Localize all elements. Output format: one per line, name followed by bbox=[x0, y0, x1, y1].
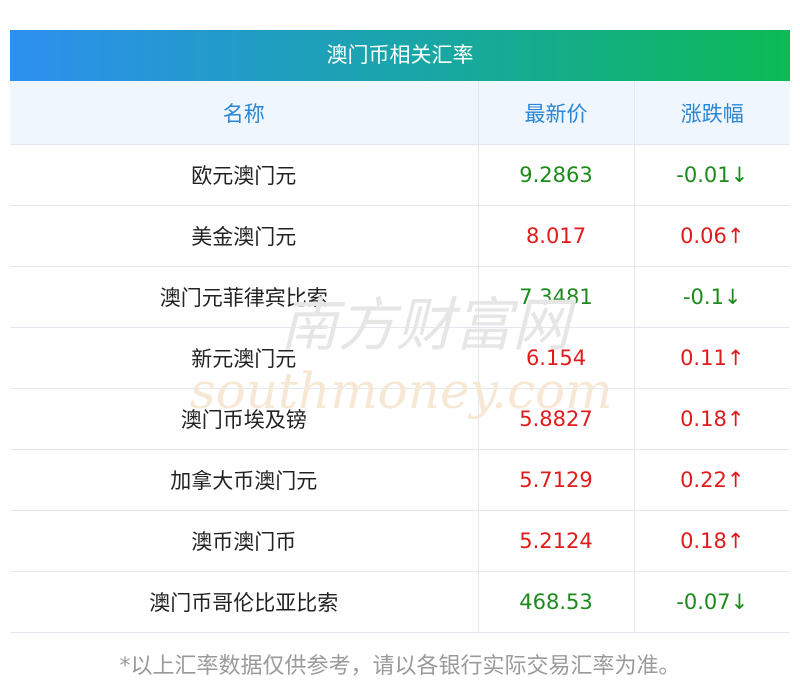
change-percent: 0.11↑ bbox=[634, 327, 790, 389]
table-row: 欧元澳门元 9.2863 -0.01↓ bbox=[10, 144, 790, 206]
change-percent: -0.01↓ bbox=[634, 144, 790, 206]
header-latest-price: 最新价 bbox=[478, 81, 635, 145]
latest-price: 7.3481 bbox=[478, 266, 635, 328]
change-percent: 0.22↑ bbox=[634, 449, 790, 511]
latest-price: 5.8827 bbox=[478, 388, 635, 450]
table-row: 澳门币埃及镑 5.8827 0.18↑ bbox=[10, 388, 790, 450]
change-percent: -0.07↓ bbox=[634, 571, 790, 633]
header-name: 名称 bbox=[10, 81, 479, 145]
latest-price: 8.017 bbox=[478, 205, 635, 267]
currency-pair-name: 澳币澳门币 bbox=[10, 510, 479, 572]
latest-price: 6.154 bbox=[478, 327, 635, 389]
latest-price: 468.53 bbox=[478, 571, 635, 633]
table-row: 澳币澳门币 5.2124 0.18↑ bbox=[10, 510, 790, 572]
table-row: 澳门币哥伦比亚比索 468.53 -0.07↓ bbox=[10, 571, 790, 633]
table-row: 澳门元菲律宾比索 7.3481 -0.1↓ bbox=[10, 266, 790, 328]
header-change: 涨跌幅 bbox=[634, 81, 790, 145]
table-row: 加拿大币澳门元 5.7129 0.22↑ bbox=[10, 449, 790, 511]
currency-pair-name: 新元澳门元 bbox=[10, 327, 479, 389]
exchange-rate-panel: 澳门币相关汇率 名称 最新价 涨跌幅 欧元澳门元 9.2863 -0.01↓ 美金澳门… bbox=[10, 30, 790, 633]
table-header-row: 名称 最新价 涨跌幅 bbox=[10, 81, 790, 145]
latest-price: 5.2124 bbox=[478, 510, 635, 572]
change-percent: 0.06↑ bbox=[634, 205, 790, 267]
rate-table: 名称 最新价 涨跌幅 欧元澳门元 9.2863 -0.01↓ 美金澳门元 8.017 0.… bbox=[10, 81, 790, 633]
disclaimer-footnote: *以上汇率数据仅供参考，请以各银行实际交易汇率为准。 bbox=[119, 654, 681, 679]
currency-pair-name: 美金澳门元 bbox=[10, 205, 479, 267]
change-percent: 0.18↑ bbox=[634, 388, 790, 450]
currency-pair-name: 澳门元菲律宾比索 bbox=[10, 266, 479, 328]
table-row: 美金澳门元 8.017 0.06↑ bbox=[10, 205, 790, 267]
panel-title: 澳门币相关汇率 bbox=[10, 30, 790, 81]
change-percent: -0.1↓ bbox=[634, 266, 790, 328]
latest-price: 9.2863 bbox=[478, 144, 635, 206]
currency-pair-name: 加拿大币澳门元 bbox=[10, 449, 479, 511]
currency-pair-name: 澳门币埃及镑 bbox=[10, 388, 479, 450]
table-row: 新元澳门元 6.154 0.11↑ bbox=[10, 327, 790, 389]
change-percent: 0.18↑ bbox=[634, 510, 790, 572]
currency-pair-name: 欧元澳门元 bbox=[10, 144, 479, 206]
currency-pair-name: 澳门币哥伦比亚比索 bbox=[10, 571, 479, 633]
latest-price: 5.7129 bbox=[478, 449, 635, 511]
